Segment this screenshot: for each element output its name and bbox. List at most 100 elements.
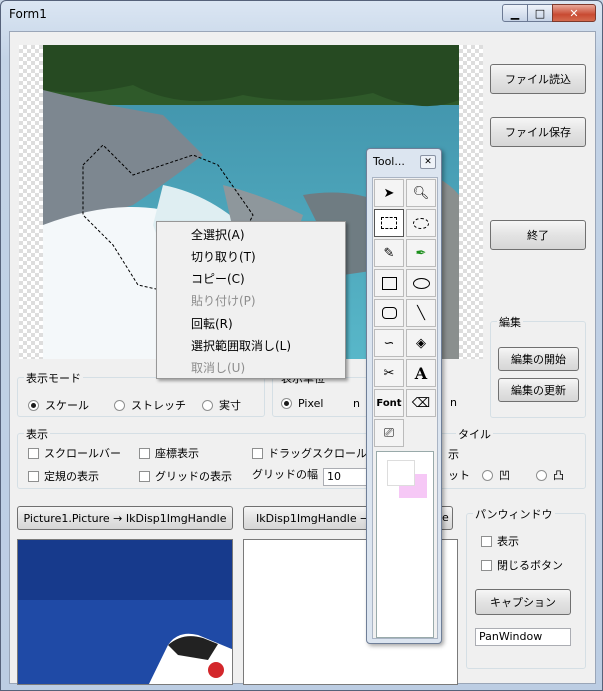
context-menu: 全選択(A) 切り取り(T) コピー(C) 貼り付け(P) 回転(R) 選択範囲… <box>156 221 346 379</box>
caption-input[interactable]: PanWindow <box>475 628 571 646</box>
checkbox-box <box>481 535 492 547</box>
radio-pixel-label: Pixel <box>298 397 324 410</box>
tool-window-title: Tool... <box>373 155 405 168</box>
tool-lasso-select[interactable] <box>406 209 436 237</box>
line-icon: ╲ <box>417 305 425 321</box>
ellipse-icon <box>412 277 430 289</box>
checkbox-ruler[interactable]: 定規の表示 <box>28 468 99 484</box>
sign-image <box>18 540 232 684</box>
tool-eraser[interactable]: ⌫ <box>406 389 436 417</box>
checkbox-drag-scroll-label: ドラッグスクロール <box>268 447 367 460</box>
partial-style-text: ット <box>448 469 470 482</box>
tool-font[interactable]: Font <box>374 389 404 417</box>
close-icon: ✕ <box>424 157 432 167</box>
caption-button[interactable]: キャプション <box>475 589 571 615</box>
minimize-button[interactable]: ▁ <box>502 4 528 22</box>
radio-dot <box>482 469 493 481</box>
maximize-button[interactable]: □ <box>527 4 553 22</box>
checkbox-close-button[interactable]: 閉じるボタン <box>481 557 563 573</box>
checkbox-scrollbar[interactable]: スクロールバー <box>28 445 121 461</box>
radio-actual-label: 実寸 <box>219 399 241 412</box>
tool-fill[interactable]: ◈ <box>406 329 436 357</box>
radio-scale[interactable]: スケール <box>28 397 89 413</box>
tool-pencil[interactable]: ✎ <box>374 239 404 267</box>
save-file-button[interactable]: ファイル保存 <box>490 117 586 147</box>
tile-icon-1: 凹 <box>499 469 510 482</box>
checkbox-scrollbar-label: スクロールバー <box>44 447 121 460</box>
radio-stretch-label: ストレッチ <box>131 399 186 412</box>
tool-rectangle[interactable] <box>374 269 404 297</box>
edit-update-button[interactable]: 編集の更新 <box>498 378 579 402</box>
menu-item-undo[interactable]: 取消し(U) <box>191 359 245 376</box>
radio-dot <box>114 399 125 411</box>
radio-dot <box>28 399 39 411</box>
checkbox-drag-scroll[interactable]: ドラッグスクロール <box>252 445 367 461</box>
menu-item-clear-selection[interactable]: 選択範囲取消し(L) <box>191 337 291 354</box>
radio-dot <box>536 469 547 481</box>
checkbox-box <box>28 470 39 482</box>
menu-item-copy[interactable]: コピー(C) <box>191 270 245 287</box>
menu-item-cut[interactable]: 切り取り(T) <box>191 248 256 265</box>
radio-pixel[interactable]: Pixel <box>281 397 323 410</box>
menu-item-rotate[interactable]: 回転(R) <box>191 315 233 332</box>
picture-box[interactable] <box>17 539 233 685</box>
tool-ellipse[interactable] <box>406 269 436 297</box>
radio-scale-label: スケール <box>45 399 89 412</box>
exit-button[interactable]: 終了 <box>490 220 586 250</box>
tool-line[interactable]: ╲ <box>406 299 436 327</box>
main-window: Form1 ▁ □ ✕ ファイル読込 ファイル保存 終了 編集 編集の開始 編集… <box>0 0 603 691</box>
display-mode-label: 表示モード <box>24 370 83 386</box>
pan-window-group: パンウィンドウ 表示 閉じるボタン キャプション PanWindow <box>466 506 586 669</box>
tile-group-label: タイル <box>456 426 493 442</box>
tool-close-button[interactable]: ✕ <box>420 155 436 169</box>
checkbox-coords[interactable]: 座標表示 <box>139 445 199 461</box>
radio-tile-2[interactable]: 凸 <box>536 467 564 483</box>
radio-stretch[interactable]: ストレッチ <box>114 397 186 413</box>
radio-actual[interactable]: 実寸 <box>202 397 241 413</box>
display-group-label: 表示 <box>24 426 50 442</box>
stamp-icon: ⎚ <box>383 425 395 441</box>
radio-dot <box>281 398 292 409</box>
tool-pointer[interactable]: ➤ <box>374 179 404 207</box>
eyedropper-icon: ✒ <box>415 245 427 261</box>
tool-stamp[interactable]: ⎚ <box>374 419 404 447</box>
rectangle-icon <box>381 276 397 290</box>
paint-bucket-icon: ◈ <box>416 335 426 351</box>
tool-curve[interactable]: ∽ <box>374 329 404 357</box>
edit-start-button[interactable]: 編集の開始 <box>498 347 579 371</box>
checkbox-pan-show-label: 表示 <box>497 535 519 548</box>
text-icon: A <box>414 363 428 383</box>
checkbox-grid[interactable]: グリッドの表示 <box>139 468 232 484</box>
menu-item-select-all[interactable]: 全選択(A) <box>191 226 245 243</box>
edit-group: 編集 編集の開始 編集の更新 <box>490 314 586 418</box>
partial-text-n: n <box>353 397 360 410</box>
lasso-icon <box>413 217 429 229</box>
tool-rect-select[interactable] <box>374 209 404 237</box>
menu-item-paste[interactable]: 貼り付け(P) <box>191 292 256 309</box>
radio-tile-1[interactable]: 凹 <box>482 467 510 483</box>
tool-scissors[interactable]: ✂ <box>374 359 404 387</box>
eraser-icon: ⌫ <box>411 395 431 411</box>
scissors-icon: ✂ <box>383 365 395 381</box>
tool-window: Tool... ✕ ➤ 🔍︎ ✎ ✒ ╲ ∽ ◈ ✂ A Font ⌫ ⎚ <box>366 148 442 644</box>
tile-icon-2: 凸 <box>553 469 564 482</box>
fg-color-swatch[interactable] <box>387 460 415 486</box>
checkbox-close-button-label: 閉じるボタン <box>497 559 563 572</box>
checkbox-grid-label: グリッドの表示 <box>155 470 232 483</box>
tool-text[interactable]: A <box>406 359 436 387</box>
tool-grid: ➤ 🔍︎ ✎ ✒ ╲ ∽ ◈ ✂ A Font ⌫ ⎚ <box>372 177 438 639</box>
checkbox-ruler-label: 定規の表示 <box>44 470 99 483</box>
magnifier-icon: 🔍︎ <box>412 185 430 201</box>
load-file-button[interactable]: ファイル読込 <box>490 64 586 94</box>
picture-to-handle-button[interactable]: Picture1.Picture → IkDisp1ImgHandle <box>17 506 233 530</box>
close-button[interactable]: ✕ <box>552 4 596 22</box>
tool-zoom[interactable]: 🔍︎ <box>406 179 436 207</box>
checkbox-pan-show[interactable]: 表示 <box>481 533 519 549</box>
tool-eyedropper[interactable]: ✒ <box>406 239 436 267</box>
close-icon: ✕ <box>569 6 579 20</box>
color-palette[interactable] <box>376 451 434 638</box>
window-title: Form1 <box>9 7 47 21</box>
display-mode-group: 表示モード スケール ストレッチ 実寸 <box>17 370 265 417</box>
partial-display-text: 示 <box>448 448 459 461</box>
tool-rounded-rect[interactable] <box>374 299 404 327</box>
